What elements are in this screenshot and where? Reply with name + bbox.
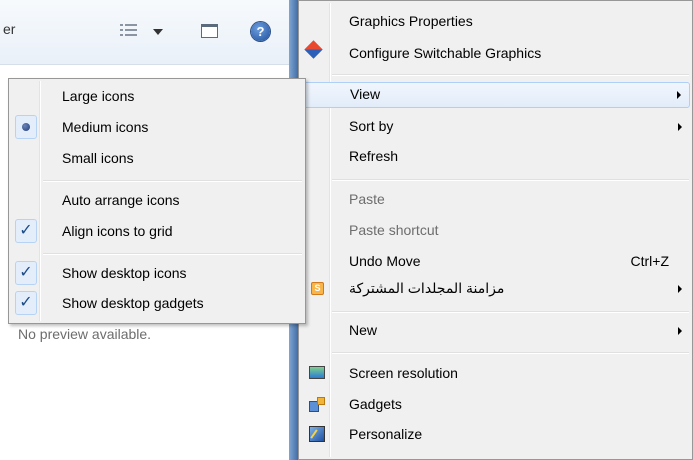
menu-item-paste[interactable]: Paste: [301, 187, 690, 213]
menu-separator: [332, 74, 689, 76]
menu-item-sync-shared-folders[interactable]: S مزامنة المجلدات المشتركة: [301, 276, 690, 302]
submenu-item-large-icons[interactable]: Large icons: [11, 84, 303, 110]
menu-separator: [332, 352, 689, 354]
checkmark-icon: ✓: [15, 219, 37, 243]
submenu-item-label: Show desktop icons: [62, 265, 187, 281]
view-options-dropdown-icon[interactable]: [153, 29, 163, 35]
menu-item-view[interactable]: View: [301, 82, 690, 108]
submenu-item-label: Align icons to grid: [62, 223, 173, 239]
menu-item-label: Sort by: [349, 118, 394, 134]
submenu-item-label: Auto arrange icons: [62, 192, 180, 208]
menu-item-personalize[interactable]: Personalize: [301, 422, 690, 448]
submenu-item-show-desktop-icons[interactable]: ✓ Show desktop icons: [11, 261, 303, 287]
menu-separator: [43, 180, 302, 182]
menu-item-label: Configure Switchable Graphics: [349, 45, 542, 61]
change-view-icon[interactable]: [120, 22, 138, 38]
menu-item-undo-move[interactable]: Undo Move Ctrl+Z: [301, 249, 690, 275]
menu-item-label: مزامنة المجلدات المشتركة: [349, 280, 505, 296]
menu-item-sort-by[interactable]: Sort by: [301, 114, 690, 140]
personalize-icon: [309, 426, 325, 442]
menu-item-label: Personalize: [349, 426, 423, 442]
explorer-title-fragment: er: [3, 21, 16, 37]
preview-status: No preview available.: [18, 326, 152, 342]
submenu-item-small-icons[interactable]: Small icons: [11, 146, 303, 172]
menu-item-label: Refresh: [349, 148, 399, 164]
menu-item-graphics-properties[interactable]: Graphics Properties: [301, 9, 690, 35]
sharepoint-sync-icon: S: [311, 282, 324, 295]
menu-separator: [332, 179, 689, 181]
menu-separator: [43, 253, 302, 255]
menu-item-label: Paste shortcut: [349, 222, 439, 238]
menu-item-label: Gadgets: [349, 396, 402, 412]
checkmark-icon: ✓: [15, 261, 37, 285]
keyboard-shortcut: Ctrl+Z: [630, 253, 670, 269]
menu-item-screen-resolution[interactable]: Screen resolution: [301, 361, 690, 387]
menu-item-configure-switchable-graphics[interactable]: Configure Switchable Graphics: [301, 41, 690, 67]
submenu-arrow-icon: [678, 123, 682, 131]
screen-resolution-icon: [309, 366, 325, 379]
menu-item-gadgets[interactable]: Gadgets: [301, 392, 690, 418]
gadgets-icon: [309, 397, 325, 412]
bullet-icon: [22, 123, 30, 131]
view-submenu: Large icons Medium icons Small icons Aut…: [8, 78, 306, 324]
submenu-item-medium-icons[interactable]: Medium icons: [11, 115, 303, 141]
submenu-item-show-desktop-gadgets[interactable]: ✓ Show desktop gadgets: [11, 291, 303, 317]
explorer-toolbar: er ?: [0, 0, 300, 65]
submenu-item-label: Large icons: [62, 88, 135, 104]
submenu-item-label: Small icons: [62, 150, 134, 166]
menu-item-label: New: [349, 322, 378, 338]
menu-separator: [332, 311, 689, 313]
menu-item-label: Screen resolution: [349, 365, 458, 381]
help-icon[interactable]: ?: [251, 22, 270, 41]
preview-pane-icon[interactable]: [201, 24, 218, 38]
desktop-context-menu: Graphics Properties Configure Switchable…: [298, 0, 693, 460]
menu-item-label: View: [350, 86, 381, 102]
menu-item-label: Graphics Properties: [349, 13, 473, 29]
menu-item-new[interactable]: New: [301, 318, 690, 344]
submenu-arrow-icon: [678, 285, 682, 293]
menu-item-paste-shortcut[interactable]: Paste shortcut: [301, 218, 690, 244]
submenu-item-label: Show desktop gadgets: [62, 295, 204, 311]
submenu-item-label: Medium icons: [62, 119, 149, 135]
submenu-arrow-icon: [677, 91, 681, 99]
menu-item-label: Undo Move: [349, 253, 421, 269]
checkmark-icon: ✓: [15, 291, 37, 315]
radio-selected-icon: [15, 115, 37, 139]
submenu-arrow-icon: [678, 327, 682, 335]
submenu-item-auto-arrange-icons[interactable]: Auto arrange icons: [11, 188, 303, 214]
menu-item-refresh[interactable]: Refresh: [301, 144, 690, 170]
menu-item-label: Paste: [349, 191, 385, 207]
submenu-item-align-icons-to-grid[interactable]: ✓ Align icons to grid: [11, 219, 303, 245]
